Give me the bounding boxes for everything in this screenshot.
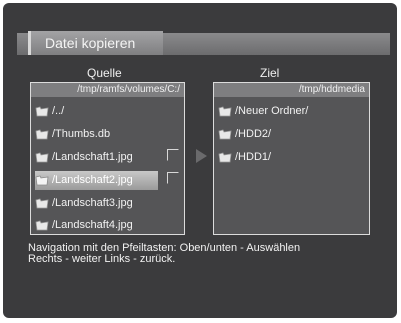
folder-icon: [35, 106, 49, 117]
list-item[interactable]: /../: [35, 102, 64, 121]
image-file-icon: [35, 198, 49, 209]
list-item[interactable]: /HDD2/: [218, 125, 271, 144]
image-file-icon: [35, 152, 49, 163]
list-item-label: /Landschaft1.jpg: [52, 151, 133, 163]
list-item-label: /Landschaft2.jpg: [52, 174, 133, 186]
image-file-icon: [35, 220, 49, 231]
source-file-list[interactable]: /tmp/ramfs/volumes/C:/ /../ /Thumbs.db /…: [30, 82, 185, 235]
mark-checkbox[interactable]: [167, 149, 179, 161]
folder-icon: [218, 129, 232, 140]
list-item-label: /Landschaft4.jpg: [52, 219, 133, 231]
file-icon: [35, 129, 49, 140]
source-path: /tmp/ramfs/volumes/C:/: [31, 83, 184, 97]
list-item[interactable]: /Landschaft3.jpg: [35, 194, 133, 213]
list-item-selected[interactable]: /Landschaft2.jpg: [35, 171, 158, 190]
list-item[interactable]: /HDD1/: [218, 148, 271, 167]
mark-checkbox[interactable]: [167, 172, 179, 184]
copy-arrow-icon: [196, 149, 207, 163]
list-item-label: /Thumbs.db: [52, 128, 111, 140]
target-file-list[interactable]: /tmp/hddmedia /Neuer Ordner/ /HDD2/ /HDD…: [213, 82, 370, 235]
folder-icon: [218, 152, 232, 163]
list-item-label: /Landschaft3.jpg: [52, 197, 133, 209]
list-item-label: /HDD2/: [235, 128, 272, 140]
list-item[interactable]: /Thumbs.db: [35, 125, 110, 144]
list-item[interactable]: /Landschaft4.jpg: [35, 216, 133, 235]
list-item-label: /../: [52, 105, 65, 117]
list-item[interactable]: /Landschaft1.jpg: [35, 148, 133, 167]
folder-icon: [218, 106, 232, 117]
list-item-label: /HDD1/: [235, 151, 272, 163]
image-file-icon: [35, 175, 49, 186]
source-column-label: Quelle: [87, 66, 122, 80]
list-item-label: /Neuer Ordner/: [235, 105, 309, 117]
dialog-title: Datei kopieren: [45, 35, 136, 51]
target-column-label: Ziel: [260, 66, 280, 80]
target-path: /tmp/hddmedia: [214, 83, 369, 97]
help-text: Navigation mit den Pfeiltasten: Oben/unt…: [28, 243, 388, 265]
help-line-2: Rechts - weiter Links - zurück.: [28, 253, 176, 265]
list-item[interactable]: /Neuer Ordner/: [218, 102, 308, 121]
osd-screen: Datei kopieren Quelle Ziel /tmp/ramfs/vo…: [3, 3, 397, 318]
